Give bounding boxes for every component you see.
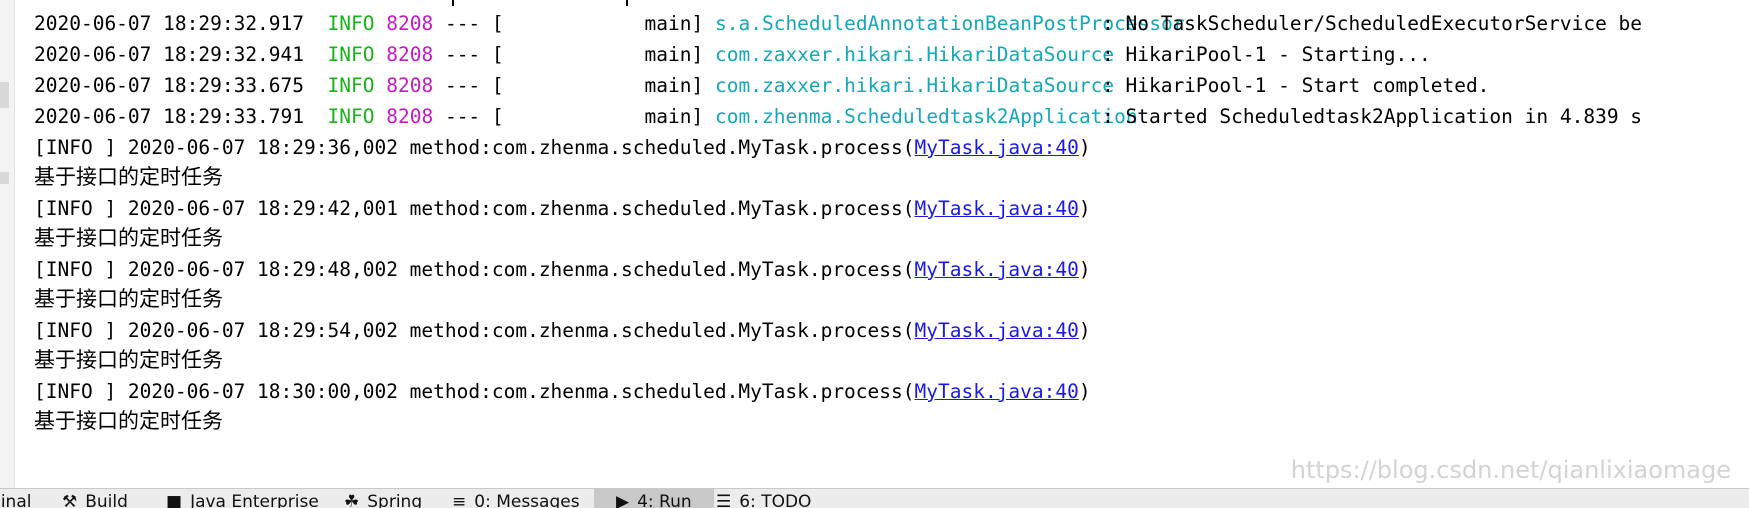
log-pid: 8208 <box>386 105 434 128</box>
log-thread: main] <box>644 12 704 35</box>
log-timestamp: 2020-06-07 18:29:33.791 <box>34 105 305 128</box>
tool-window-ninal[interactable]: ▣ninal <box>0 489 31 508</box>
task-log-prefix: [INFO ] 2020-06-07 18:30:00,002 method:c… <box>34 380 915 403</box>
tool-window-spring[interactable]: ☘ Spring <box>344 489 422 508</box>
log-timestamp: 2020-06-07 18:29:33.675 <box>34 74 305 97</box>
tool-window-6-todo[interactable]: ☰ 6: TODO <box>716 489 811 508</box>
log-pid: 8208 <box>386 12 434 35</box>
task-log-suffix: ) <box>1078 136 1091 159</box>
task-output: 基于接口的定时任务 <box>34 287 223 311</box>
log-timestamp: 2020-06-07 18:29:32.941 <box>34 43 305 66</box>
todo-list-icon: ☰ <box>716 492 732 508</box>
log-thread-open: --- [ <box>444 43 504 66</box>
tool-window-label: ninal <box>0 492 32 508</box>
messages-icon: ≡ <box>452 492 467 508</box>
log-message: : HikariPool-1 - Start completed. <box>1102 74 1490 97</box>
log-timestamp: 2020-06-07 18:29:32.917 <box>34 12 305 35</box>
tool-window-0-messages[interactable]: ≡ 0: Messages <box>452 489 580 508</box>
task-output: 基于接口的定时任务 <box>34 165 223 189</box>
tool-window-label: Spring <box>367 492 423 508</box>
log-line: 2020-06-07 18:29:32.941 INFO 8208 --- [ … <box>34 38 1114 72</box>
hammer-icon: ⚒ <box>62 492 78 508</box>
log-message: : HikariPool-1 - Starting... <box>1102 43 1431 66</box>
run-console-output[interactable]: 2020-06-07 18:29:32.917 INFO 8208 --- [ … <box>0 0 1749 488</box>
tool-window-label: 0: Messages <box>474 492 580 508</box>
source-link[interactable]: MyTask.java:40 <box>915 258 1079 281</box>
tool-window-label: Java Enterprise <box>190 492 319 508</box>
task-output: 基于接口的定时任务 <box>34 348 223 372</box>
task-output: 基于接口的定时任务 <box>34 226 223 250</box>
log-line: 2020-06-07 18:29:33.791 INFO 8208 --- [ … <box>34 100 1138 134</box>
tool-window-label: 6: TODO <box>739 492 812 508</box>
tool-window-label: 4: Run <box>637 492 692 508</box>
tool-window-java-enterprise[interactable]: ■ Java Enterprise <box>166 489 319 508</box>
enterprise-icon: ■ <box>166 492 183 508</box>
log-thread-open: --- [ <box>444 74 504 97</box>
log-thread-open: --- [ <box>444 105 504 128</box>
task-log-prefix: [INFO ] 2020-06-07 18:29:54,002 method:c… <box>34 319 915 342</box>
log-level: INFO <box>327 43 375 66</box>
tool-window-build[interactable]: ⚒ Build <box>62 489 128 508</box>
log-pid: 8208 <box>386 43 434 66</box>
task-log-suffix: ) <box>1078 258 1091 281</box>
log-thread: main] <box>644 74 704 97</box>
tool-window-label: Build <box>85 492 128 508</box>
task-log-prefix: [INFO ] 2020-06-07 18:29:36,002 method:c… <box>34 136 915 159</box>
bottom-tool-window-bar: ▣ninal ⚒ Build ■ Java Enterprise ☘ Spring ≡ 0: M… <box>0 488 1749 508</box>
task-log-suffix: ) <box>1078 319 1091 342</box>
source-link[interactable]: MyTask.java:40 <box>915 197 1079 220</box>
log-line: 2020-06-07 18:29:33.675 INFO 8208 --- [ … <box>34 69 1114 103</box>
log-pid: 8208 <box>386 74 434 97</box>
log-message: : Started Scheduledtask2Application in 4… <box>1102 105 1643 128</box>
log-logger: com.zaxxer.hikari.HikariDataSource <box>715 43 1115 66</box>
source-link[interactable]: MyTask.java:40 <box>915 380 1079 403</box>
log-logger: com.zhenma.Scheduledtask2Application <box>715 105 1138 128</box>
source-link[interactable]: MyTask.java:40 <box>915 136 1079 159</box>
tool-window-4-run[interactable]: ▶ 4: Run <box>594 489 714 508</box>
log-thread: main] <box>644 105 704 128</box>
log-message: : No TaskScheduler/ScheduledExecutorServ… <box>1102 12 1643 35</box>
log-level: INFO <box>327 12 375 35</box>
log-thread-open: --- [ <box>444 12 504 35</box>
task-log-suffix: ) <box>1078 380 1091 403</box>
log-line: 2020-06-07 18:29:32.917 INFO 8208 --- [ … <box>34 7 1185 41</box>
task-output: 基于接口的定时任务 <box>34 409 223 433</box>
log-level: INFO <box>327 105 375 128</box>
log-logger: com.zaxxer.hikari.HikariDataSource <box>715 74 1115 97</box>
task-log-suffix: ) <box>1078 197 1091 220</box>
watermark: https://blog.csdn.net/qianlixiaomage <box>1290 456 1731 484</box>
log-thread: main] <box>644 43 704 66</box>
log-level: INFO <box>327 74 375 97</box>
task-log-prefix: [INFO ] 2020-06-07 18:29:42,001 method:c… <box>34 197 915 220</box>
spring-leaf-icon: ☘ <box>344 492 360 508</box>
clipped-log-line <box>34 0 1749 6</box>
run-icon: ▶ <box>616 492 630 508</box>
source-link[interactable]: MyTask.java:40 <box>915 319 1079 342</box>
task-log-prefix: [INFO ] 2020-06-07 18:29:48,002 method:c… <box>34 258 915 281</box>
